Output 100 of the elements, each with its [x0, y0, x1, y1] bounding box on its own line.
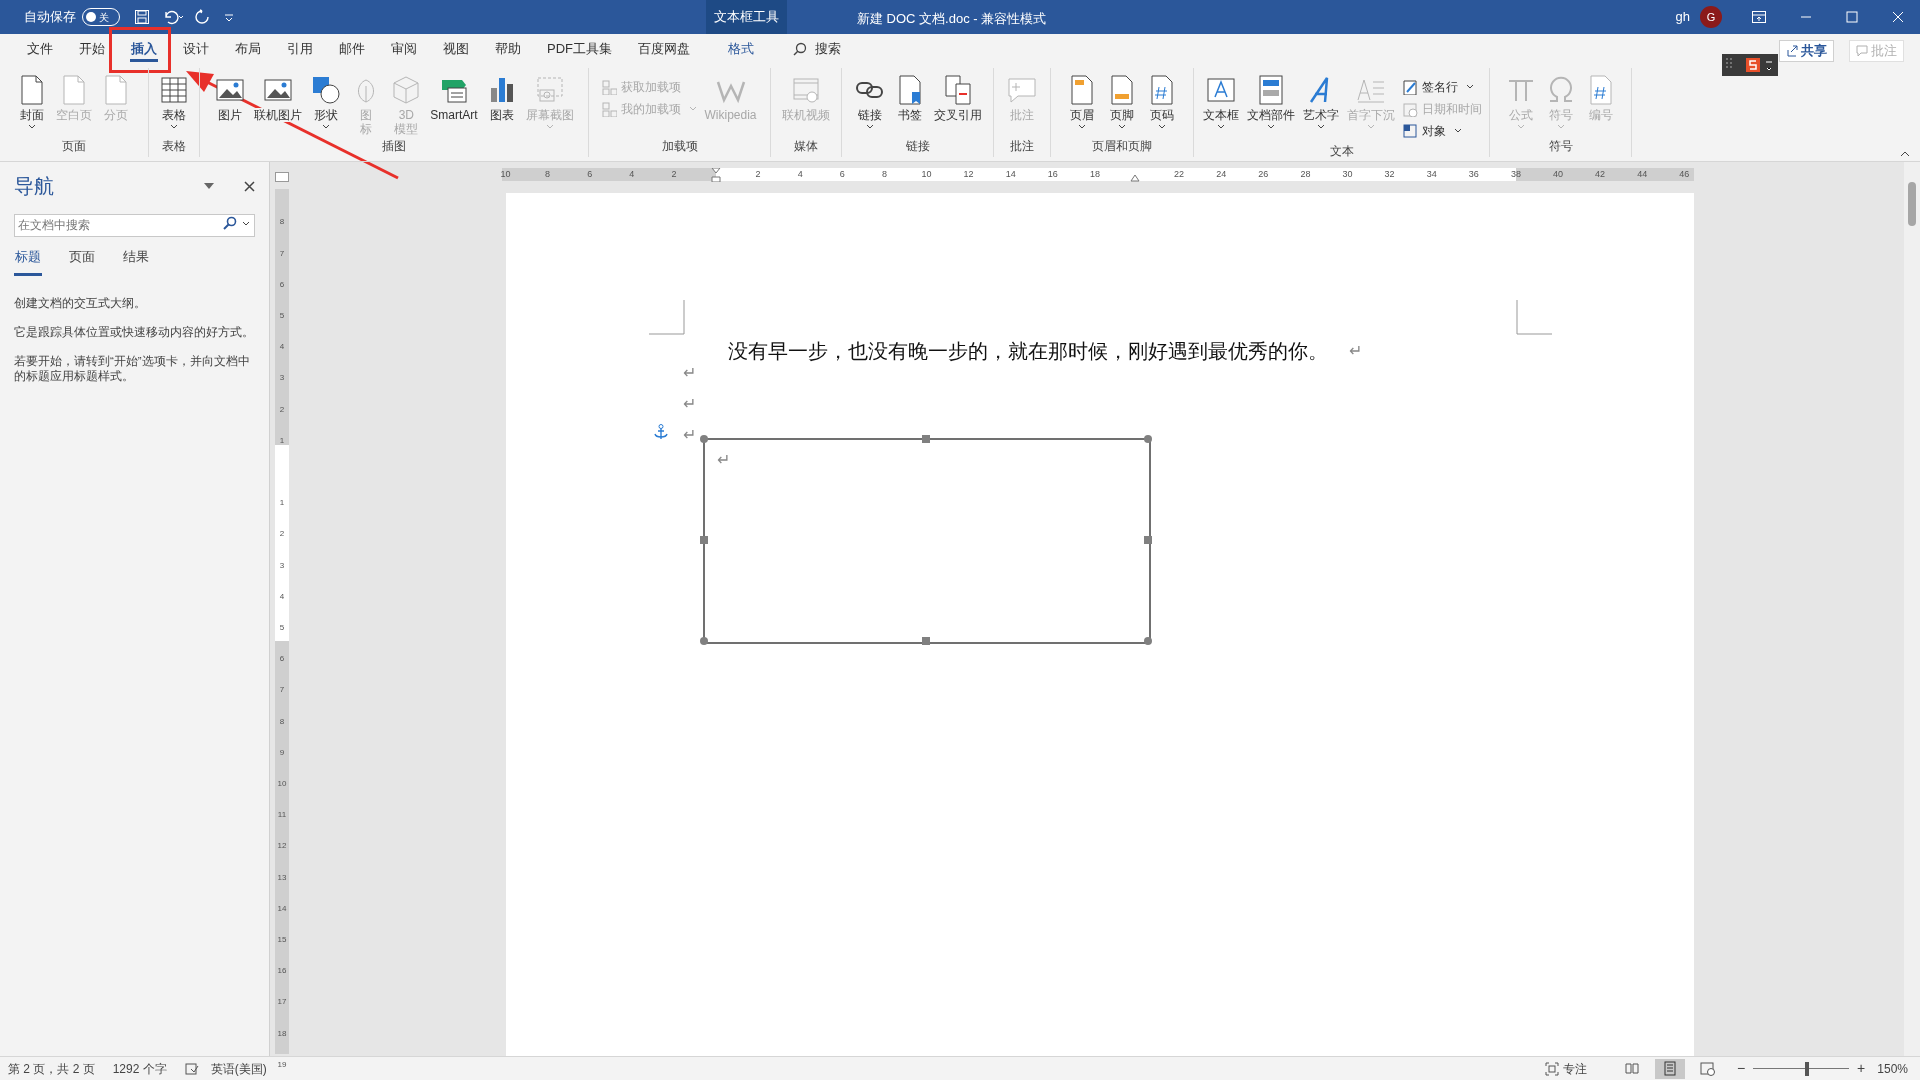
ribbon-button[interactable]: 表格 [155, 74, 193, 137]
group-label: 文本 [1328, 143, 1355, 160]
ruler-number: 18 [276, 1028, 288, 1039]
ribbon-display-icon[interactable] [1752, 11, 1766, 23]
caret-icon[interactable] [242, 221, 250, 227]
focus-button[interactable]: 专注 [1544, 1059, 1587, 1078]
ruler-number: 12 [962, 168, 975, 181]
ribbon-tab[interactable]: 设计 [170, 34, 222, 64]
language-label[interactable]: 英语(美国) [210, 1059, 267, 1078]
search-label[interactable]: 搜索 [815, 39, 841, 59]
resize-handle[interactable] [922, 637, 930, 645]
table-icon [158, 74, 190, 106]
calendar-icon [1401, 101, 1418, 117]
ribbon-button[interactable]: 封面 [13, 74, 51, 137]
ribbon-tab[interactable]: 开始 [66, 34, 118, 64]
signature-icon [1401, 79, 1418, 95]
print-layout-button[interactable] [1654, 1058, 1685, 1079]
resize-handle[interactable] [700, 536, 708, 544]
word-count[interactable]: 1292 个字 [112, 1059, 167, 1078]
group-label: 页面 [61, 138, 87, 155]
share-button[interactable]: 共享 [1779, 40, 1834, 62]
ribbon-tab[interactable]: 格式 [715, 34, 767, 64]
proofing-icon[interactable] [184, 1062, 199, 1075]
ribbon-button[interactable]: 文档部件 [1243, 74, 1298, 142]
pane-tab[interactable]: 结果 [122, 247, 150, 276]
ribbon-button[interactable]: 文本框 [1199, 74, 1242, 142]
page-count[interactable]: 第 2 页，共 2 页 [8, 1059, 95, 1078]
redo-icon[interactable] [194, 9, 210, 25]
resize-handle[interactable] [700, 435, 708, 443]
resize-handle[interactable] [922, 435, 930, 443]
maximize-icon[interactable] [1846, 11, 1858, 23]
ribbon-tab[interactable]: 审阅 [378, 34, 430, 64]
resize-handle[interactable] [1144, 637, 1152, 645]
group-label: 媒体 [793, 138, 819, 155]
tab-selector[interactable] [275, 172, 289, 182]
ruler-number: 34 [1425, 168, 1438, 181]
ribbon-button[interactable]: 图片 [211, 74, 250, 137]
close-icon[interactable] [244, 180, 255, 192]
ribbon-button[interactable]: 链接 [850, 74, 889, 137]
ribbon-tab[interactable]: 百度网盘 [625, 34, 703, 64]
ruler-number: 4 [278, 342, 286, 353]
ribbon-tab[interactable]: PDF工具集 [534, 34, 625, 64]
search-icon[interactable] [793, 42, 807, 56]
ribbon-button[interactable]: 页眉 [1063, 74, 1101, 137]
ribbon-tab[interactable]: 视图 [430, 34, 482, 64]
ruler-number: 7 [278, 685, 286, 696]
zoom-in-button[interactable]: + [1857, 1058, 1866, 1079]
ribbon-tab[interactable]: 邮件 [326, 34, 378, 64]
ribbon-button[interactable]: 书签 [890, 74, 929, 137]
ruler-number: 14 [1004, 168, 1017, 181]
ribbon-button[interactable]: 对象 [1399, 120, 1484, 142]
dropdown-icon[interactable] [204, 183, 214, 189]
add-in-icon [601, 101, 618, 117]
paragraph-mark: ↵ [1349, 341, 1362, 361]
ribbon-button[interactable]: 页码 [1143, 74, 1181, 137]
help-text: 创建文档的交互式大纲。 [14, 295, 147, 311]
pane-tab[interactable]: 页面 [68, 247, 96, 276]
ribbon-button[interactable]: 签名行 [1399, 76, 1484, 98]
ribbon-button[interactable]: 页脚 [1103, 74, 1141, 137]
indent-marker[interactable] [711, 168, 721, 182]
resize-handle[interactable] [1144, 536, 1152, 544]
anchor-icon[interactable] [654, 424, 668, 440]
ruler-number: 1 [278, 498, 286, 509]
customize-icon[interactable] [224, 12, 234, 22]
ribbon-tab[interactable]: 文件 [14, 34, 66, 64]
ribbon-tab[interactable]: 布局 [222, 34, 274, 64]
ribbon-button[interactable]: SmartArt [427, 74, 481, 137]
pane-tab[interactable]: 标题 [14, 247, 42, 276]
user-avatar[interactable]: G [1700, 6, 1722, 28]
ruler-number: 8 [880, 168, 888, 181]
ruler-number: 5 [278, 311, 286, 321]
group-label: 表格 [161, 138, 187, 155]
ribbon-button[interactable]: 艺术字 [1299, 74, 1342, 142]
zoom-out-button[interactable]: − [1736, 1058, 1746, 1079]
zoom-slider-thumb[interactable] [1804, 1061, 1809, 1076]
ruler-number: 8 [278, 716, 286, 727]
undo-icon[interactable] [162, 9, 184, 25]
ribbon-button[interactable]: 交叉引用 [930, 74, 985, 137]
ruler-number: 44 [1636, 168, 1649, 181]
ribbon-button[interactable]: 联机图片 [251, 74, 306, 137]
collapse-ribbon-icon[interactable] [1900, 151, 1910, 157]
text-box[interactable]: ↵ [703, 438, 1151, 644]
resize-handle[interactable] [700, 637, 708, 645]
ruler-number: 14 [276, 903, 288, 914]
ruler-number: 16 [276, 966, 288, 977]
resize-handle[interactable] [1144, 435, 1152, 443]
zoom-level[interactable]: 150% [1877, 1059, 1908, 1078]
ribbon-button[interactable]: 图表 [482, 74, 521, 137]
ribbon-tab[interactable]: 插入 [118, 34, 170, 64]
search-icon[interactable] [223, 216, 237, 230]
scrollbar-thumb[interactable] [1908, 182, 1916, 226]
input-method-toolbar-icon[interactable] [1722, 54, 1778, 76]
ribbon-tab[interactable]: 引用 [274, 34, 326, 64]
ruler-number: 10 [499, 168, 512, 181]
indent-marker[interactable] [1130, 174, 1140, 182]
search-field[interactable]: 在文档中搜索 [14, 213, 255, 237]
ribbon-tab[interactable]: 帮助 [482, 34, 534, 64]
ribbon-button[interactable]: 形状 [307, 74, 346, 137]
ruler-number: 18 [1088, 168, 1101, 181]
save-icon[interactable] [134, 9, 150, 25]
